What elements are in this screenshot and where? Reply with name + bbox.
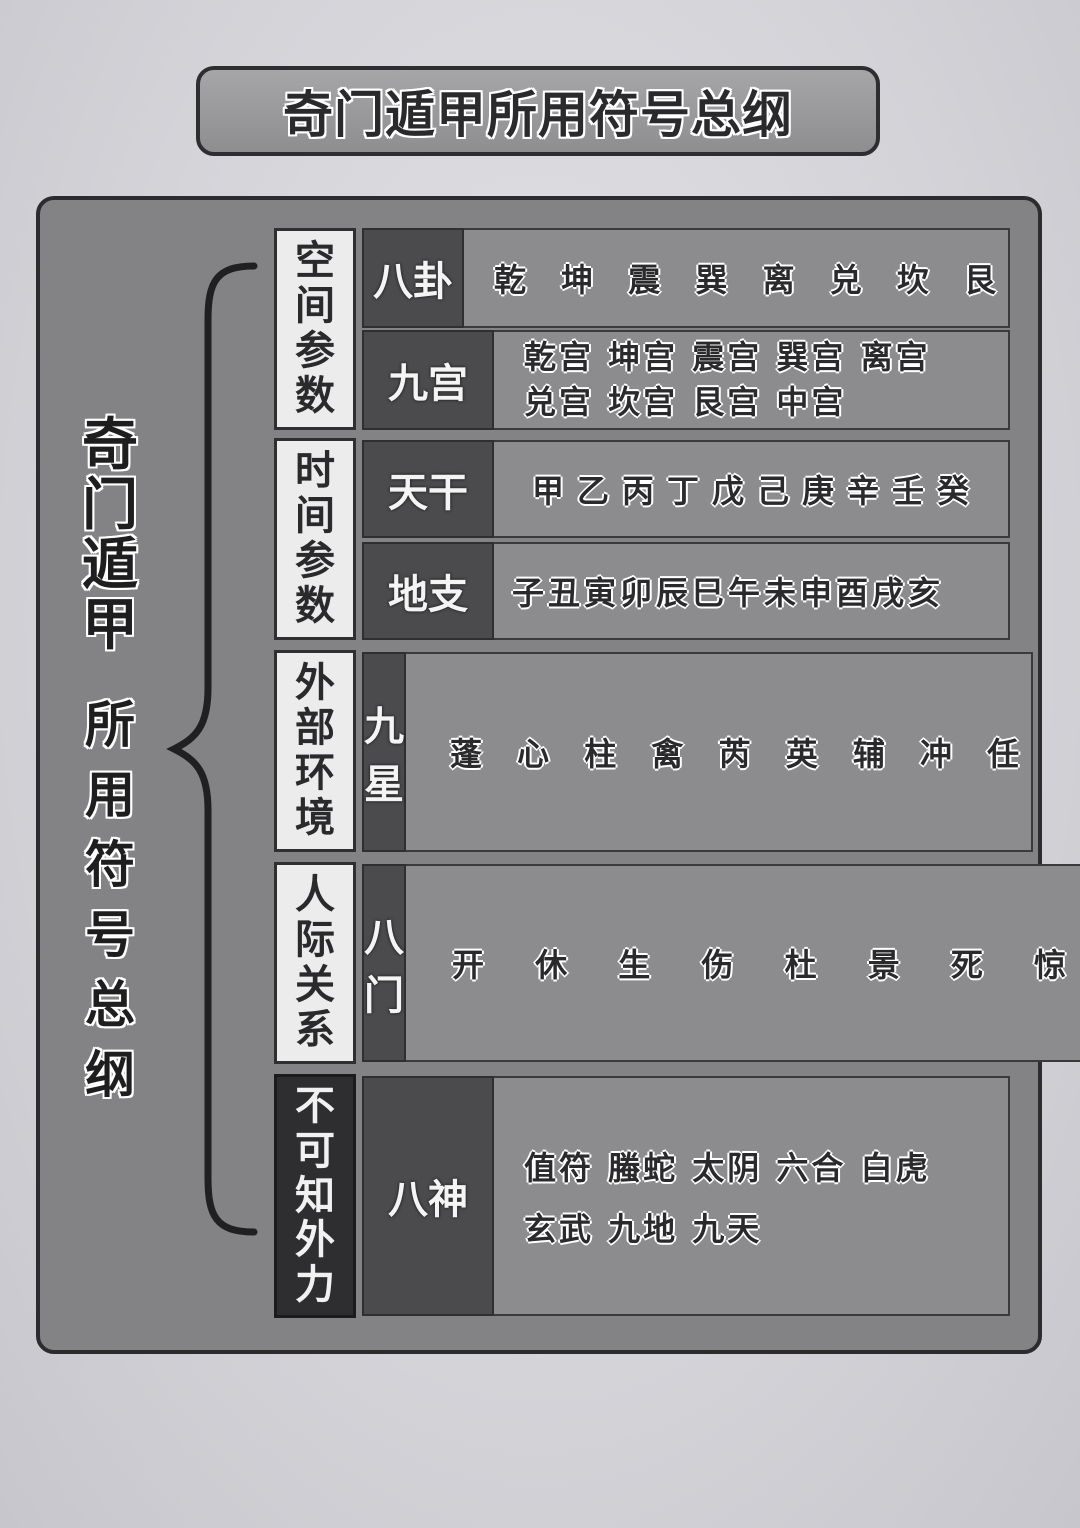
category-char: 外 — [295, 660, 335, 707]
value-line: 蓬 心 柱 禽 芮 英 辅 冲 任 — [450, 735, 1032, 773]
value-line: 乾宫 坤宫 震宫 巽宫 离宫 — [524, 338, 931, 377]
category-char: 参 — [295, 538, 335, 584]
row-values: 乾 坤 震 巽 离 兑 坎 艮 — [464, 228, 1010, 328]
row-tiangan: 天干 甲乙丙丁戊己庚辛壬癸 — [362, 440, 1010, 538]
category-char: 数 — [295, 372, 335, 419]
row-label: 八卦 — [362, 228, 464, 328]
side-title-char: 总 — [85, 976, 135, 1034]
category-char: 系 — [295, 1006, 335, 1053]
category-char: 力 — [295, 1262, 335, 1309]
category-char: 关 — [295, 962, 335, 1008]
row-values: 子丑寅卯辰巳午未申酉戌亥 — [494, 542, 1010, 640]
value-line: 玄武 九地 九天 — [524, 1209, 763, 1248]
category-space-params: 空 间 参 数 — [274, 228, 356, 430]
category-unknown-force: 不 可 知 外 力 — [274, 1074, 356, 1318]
side-title-char: 奇 — [82, 413, 138, 478]
row-values: 值符 螣蛇 太阴 六合 白虎 玄武 九地 九天 — [494, 1076, 1010, 1316]
row-bamen: 八门 开 休 生 伤 杜 景 死 惊 — [362, 864, 1080, 1062]
value-line: 乾 坤 震 巽 离 兑 坎 艮 — [494, 261, 1008, 299]
row-bagua: 八卦 乾 坤 震 巽 离 兑 坎 艮 — [362, 228, 1010, 328]
category-char: 外 — [295, 1217, 335, 1264]
curly-brace — [166, 262, 258, 1236]
row-label: 八门 — [362, 864, 406, 1062]
side-title-char: 门 — [82, 473, 138, 538]
category-char: 可 — [295, 1127, 335, 1174]
side-title-char: 甲 — [82, 593, 138, 658]
category-char: 人 — [295, 872, 335, 919]
row-values: 开 休 生 伤 杜 景 死 惊 — [406, 864, 1080, 1062]
category-char: 知 — [295, 1172, 335, 1219]
category-char: 间 — [295, 283, 335, 330]
row-bashen: 八神 值符 螣蛇 太阴 六合 白虎 玄武 九地 九天 — [362, 1076, 1010, 1316]
category-char: 空 — [295, 238, 335, 285]
row-values: 乾宫 坤宫 震宫 巽宫 离宫 兑宫 坎宫 艮宫 中宫 — [494, 330, 1010, 430]
side-title-char: 所 — [85, 696, 135, 754]
category-char: 时 — [295, 448, 335, 495]
row-values: 甲乙丙丁戊己庚辛壬癸 — [494, 440, 1010, 538]
category-char: 部 — [295, 705, 335, 752]
row-label: 天干 — [362, 440, 494, 538]
category-char: 间 — [295, 493, 335, 540]
category-char: 不 — [295, 1083, 335, 1129]
side-title-top: 奇 门 遁 甲 — [74, 418, 146, 654]
category-char: 数 — [295, 582, 335, 629]
side-title-char: 纲 — [85, 1046, 135, 1104]
row-jiuxing: 九星 蓬 心 柱 禽 芮 英 辅 冲 任 — [362, 652, 1034, 852]
side-title-char: 遁 — [82, 533, 138, 598]
row-label: 八神 — [362, 1076, 494, 1316]
side-title-bottom: 所 用 符 号 总 纲 — [74, 700, 146, 1100]
row-dizhi: 地支 子丑寅卯辰巳午未申酉戌亥 — [362, 542, 1010, 640]
category-external-env: 外 部 环 境 — [274, 650, 356, 852]
category-char: 际 — [295, 917, 335, 964]
side-title-char: 用 — [85, 766, 135, 824]
page-title: 奇门遁甲所用符号总纲 — [283, 86, 793, 144]
row-label: 九宫 — [362, 330, 494, 430]
value-line: 子丑寅卯辰巳午未申酉戌亥 — [512, 574, 945, 612]
row-label: 地支 — [362, 542, 494, 640]
row-jiugong: 九宫 乾宫 坤宫 震宫 巽宫 离宫 兑宫 坎宫 艮宫 中宫 — [362, 330, 1010, 430]
side-title-char: 号 — [85, 906, 135, 964]
value-line: 值符 螣蛇 太阴 六合 白虎 — [524, 1149, 931, 1187]
value-line: 兑宫 坎宫 艮宫 中宫 — [524, 383, 847, 421]
value-line: 甲乙丙丁戊己庚辛壬癸 — [532, 472, 983, 510]
category-char: 参 — [295, 328, 335, 374]
row-values: 蓬 心 柱 禽 芮 英 辅 冲 任 — [406, 652, 1034, 852]
category-char: 环 — [295, 750, 335, 796]
side-title-char: 符 — [85, 836, 135, 894]
category-time-params: 时 间 参 数 — [274, 438, 356, 640]
row-label: 九星 — [362, 652, 406, 852]
title-banner: 奇门遁甲所用符号总纲 — [196, 66, 880, 156]
value-line: 开 休 生 伤 杜 景 死 惊 — [452, 946, 1080, 984]
category-char: 境 — [295, 794, 335, 841]
category-relations: 人 际 关 系 — [274, 862, 356, 1064]
